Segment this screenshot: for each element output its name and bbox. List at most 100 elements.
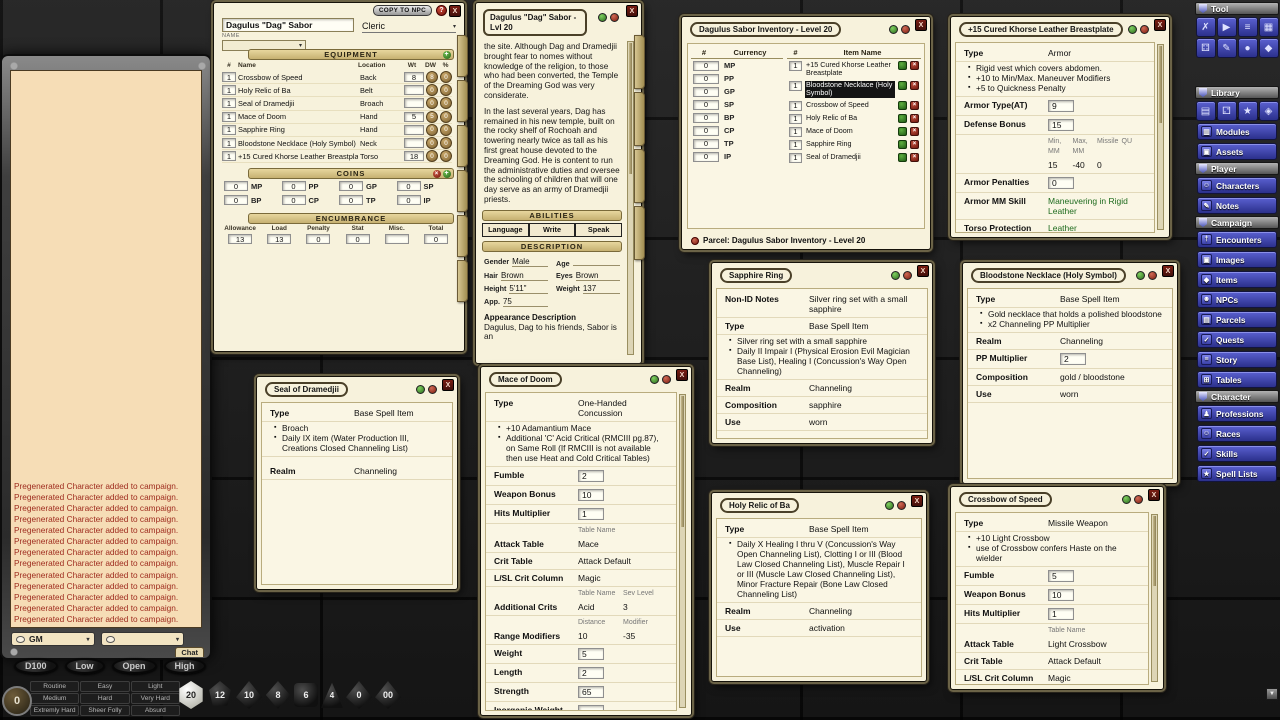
item-title[interactable]: Crossbow of Speed xyxy=(959,492,1052,507)
pin-icon[interactable] xyxy=(897,501,906,510)
field-value[interactable]: Channeling xyxy=(1060,336,1164,346)
library-gem-button[interactable]: ◈ xyxy=(1259,101,1279,121)
item-name-link[interactable]: +15 Cured Khorse Leather Breastplate xyxy=(805,61,895,78)
currency-input[interactable]: 0 xyxy=(693,139,719,149)
record-tab[interactable] xyxy=(634,92,645,146)
close-button[interactable]: X xyxy=(676,369,688,381)
field-value[interactable]: Mace xyxy=(578,539,668,549)
field-value[interactable]: 15 xyxy=(1048,160,1073,170)
field-value[interactable]: 5 xyxy=(1048,570,1074,582)
close-button[interactable]: X xyxy=(449,5,461,17)
field-value[interactable]: One-Handed Concussion xyxy=(578,398,668,418)
percent-badge[interactable]: 0 xyxy=(440,97,452,109)
field-value[interactable]: Channeling xyxy=(354,466,444,476)
field-value[interactable]: 1 xyxy=(1048,608,1074,620)
field-value[interactable]: 0 xyxy=(1048,177,1074,189)
weight-field[interactable] xyxy=(404,125,424,135)
coin-input[interactable]: 0 xyxy=(224,181,248,191)
quantity-field[interactable]: 1 xyxy=(222,98,236,108)
roll-button[interactable]: Open xyxy=(112,658,157,674)
voice-select[interactable]: ▾ xyxy=(101,632,185,646)
currency-input[interactable]: 0 xyxy=(693,126,719,136)
field-value[interactable]: Base Spell Item xyxy=(809,321,919,331)
open-item-button[interactable] xyxy=(898,61,907,70)
d20-die[interactable]: 20 xyxy=(178,681,204,709)
delete-coin-button[interactable]: × xyxy=(433,170,441,178)
delete-item-button[interactable]: × xyxy=(910,101,919,110)
parcel-title[interactable]: Dagulus Sabor Inventory - Level 20 xyxy=(690,22,841,37)
item-location[interactable]: Hand xyxy=(360,125,402,134)
field-value[interactable]: Channeling xyxy=(809,606,913,616)
close-button[interactable]: X xyxy=(911,495,923,507)
sidebar-header-library[interactable]: Library xyxy=(1195,86,1279,99)
scrollbar[interactable] xyxy=(627,41,634,355)
difficulty-button[interactable]: Routine xyxy=(30,681,79,692)
weight-field[interactable] xyxy=(404,98,424,108)
percent-badge[interactable]: 0 xyxy=(440,84,452,96)
menu-tool-button[interactable]: ≡ xyxy=(1238,17,1258,37)
equipment-row[interactable]: 1 Sapphire Ring Hand 0 0 xyxy=(222,124,452,137)
open-item-button[interactable] xyxy=(898,153,907,162)
pin-icon[interactable] xyxy=(901,25,910,34)
currency-input[interactable]: 0 xyxy=(693,100,719,110)
field-value[interactable]: 2 xyxy=(578,470,604,482)
coin-input[interactable]: 0 xyxy=(397,195,421,205)
delete-item-button[interactable]: × xyxy=(910,140,919,149)
field-value[interactable]: 3 xyxy=(623,602,668,612)
item-title[interactable]: +15 Cured Khorse Leather Breastplate xyxy=(959,22,1123,37)
pin-icon[interactable] xyxy=(903,271,912,280)
field-value[interactable]: 10 xyxy=(578,489,604,501)
field-value[interactable]: 2 xyxy=(578,667,604,679)
sheet-tab[interactable] xyxy=(457,125,468,167)
sidebar-button[interactable]: ☺ Characters xyxy=(1197,177,1277,194)
difficulty-button[interactable]: Easy xyxy=(80,681,129,692)
difficulty-button[interactable]: Extremly Hard xyxy=(30,705,79,716)
scroll-down-button[interactable]: ▼ xyxy=(1266,688,1278,700)
parcel-link-icon[interactable] xyxy=(691,237,699,245)
dw-badge[interactable]: 5 xyxy=(426,111,438,123)
item-title[interactable]: Seal of Dramedjii xyxy=(265,382,348,397)
d4-die[interactable]: 4 xyxy=(321,681,343,709)
field-value[interactable]: Male xyxy=(512,257,548,267)
equipment-row[interactable]: 1 Crossbow of Speed Back 8 8 0 xyxy=(222,71,452,84)
dw-badge[interactable]: 8 xyxy=(426,71,438,83)
parcel-item-row[interactable]: 1 Bloodstone Necklace (Holy Symbol) × xyxy=(787,79,921,99)
parcel-item-row[interactable]: 1 Crossbow of Speed × xyxy=(787,99,921,112)
pin-icon[interactable] xyxy=(1134,495,1143,504)
draw-tool-button[interactable]: ✎ xyxy=(1217,38,1237,58)
equipment-row[interactable]: 1 Seal of Dramedjii Broach 0 0 xyxy=(222,97,452,110)
quantity-field[interactable]: 1 xyxy=(222,72,236,82)
roll-button[interactable]: Low xyxy=(65,658,105,674)
equipment-row[interactable]: 1 Mace of Doom Hand 5 5 0 xyxy=(222,111,452,124)
equipment-row[interactable]: 1 Holy Relic of Ba Belt 0 0 xyxy=(222,84,452,97)
d6-die[interactable]: 6 xyxy=(294,683,318,707)
sidebar-button[interactable]: ☻ NPCs xyxy=(1197,291,1277,308)
quantity-field[interactable]: 1 xyxy=(789,127,802,137)
encumbrance-value[interactable]: 13 xyxy=(228,234,252,244)
unlock-icon[interactable] xyxy=(416,385,425,394)
field-value[interactable]: Base Spell Item xyxy=(1060,294,1164,304)
difficulty-button[interactable]: Light xyxy=(131,681,180,692)
weight-field[interactable]: 5 xyxy=(404,112,424,122)
scrollbar-thumb[interactable] xyxy=(681,396,684,527)
field-value[interactable]: 65 xyxy=(578,686,604,698)
item-name-link[interactable]: Seal of Dramedjii xyxy=(238,99,358,108)
quantity-field[interactable]: 1 xyxy=(222,151,236,161)
speaker-select[interactable]: GM ▾ xyxy=(11,632,95,646)
difficulty-button[interactable]: Very Hard xyxy=(131,693,180,704)
field-value[interactable]: Maneuvering in Rigid Leather xyxy=(1048,196,1146,216)
roll-button[interactable]: D100 xyxy=(14,658,58,674)
sidebar-button[interactable]: ◆ Items xyxy=(1197,271,1277,288)
coin-input[interactable]: 0 xyxy=(282,195,306,205)
quantity-field[interactable]: 1 xyxy=(789,140,802,150)
item-name-link[interactable]: Crossbow of Speed xyxy=(805,101,895,110)
field-value[interactable]: Brown xyxy=(576,271,620,281)
item-title[interactable]: Holy Relic of Ba xyxy=(720,498,799,513)
sidebar-button[interactable]: ▣ Assets xyxy=(1197,143,1277,160)
difficulty-button[interactable]: Medium xyxy=(30,693,79,704)
coin-input[interactable]: 0 xyxy=(397,181,421,191)
parcel-item-row[interactable]: 1 Sapphire Ring × xyxy=(787,138,921,151)
percent-badge[interactable]: 0 xyxy=(440,137,452,149)
item-name-link[interactable]: Bloodstone Necklace (Holy Symbol) xyxy=(238,139,358,148)
pointer-tool-button[interactable]: ▶ xyxy=(1217,17,1237,37)
